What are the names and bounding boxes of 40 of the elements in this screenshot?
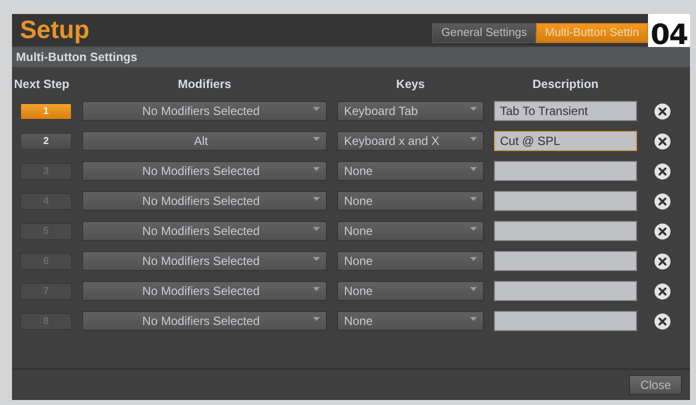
caret-icon (470, 107, 477, 111)
delete-icon[interactable] (654, 102, 670, 120)
delete-icon[interactable] (654, 162, 670, 180)
delete-icon[interactable] (654, 222, 670, 240)
column-header: Keys (395, 77, 426, 91)
description-field[interactable]: Cut @ SPL (494, 131, 637, 151)
caret-icon (313, 317, 320, 321)
modifiers-dropdown[interactable]: No Modifiers Selected (82, 101, 327, 121)
caret-icon (313, 257, 320, 261)
step-button[interactable]: 1 (20, 102, 72, 120)
caret-icon (470, 227, 477, 231)
caret-icon (313, 287, 320, 291)
caret-icon (313, 197, 320, 201)
column-header: Modifiers (176, 77, 232, 91)
caret-icon (313, 227, 320, 231)
column-header: Next Step (14, 77, 70, 91)
keys-dropdown[interactable]: Keyboard Tab (337, 101, 484, 121)
modifiers-dropdown[interactable]: Alt (82, 131, 327, 151)
close-button[interactable]: Close (629, 375, 682, 395)
delete-icon[interactable] (654, 192, 670, 210)
delete-icon[interactable] (654, 282, 670, 300)
caret-icon (470, 317, 477, 321)
column-header: Description (531, 77, 600, 91)
caret-icon (470, 197, 477, 201)
description-field[interactable]: Tab To Transient (494, 101, 637, 121)
caret-icon (313, 107, 320, 111)
tab[interactable]: General Settings (432, 23, 536, 43)
caret-icon (313, 167, 320, 171)
caret-icon (470, 287, 477, 291)
step-button[interactable]: 2 (20, 132, 72, 150)
keys-dropdown[interactable]: Keyboard x and X (337, 131, 484, 151)
caret-icon (470, 257, 477, 261)
delete-icon[interactable] (654, 252, 670, 270)
section-title: Multi-Button Settings (16, 50, 138, 64)
delete-icon[interactable] (654, 312, 670, 330)
caret-icon (470, 167, 477, 171)
caret-icon (470, 137, 477, 141)
caret-icon (313, 137, 320, 141)
window-title: Setup (19, 16, 90, 44)
delete-icon[interactable] (654, 132, 670, 150)
